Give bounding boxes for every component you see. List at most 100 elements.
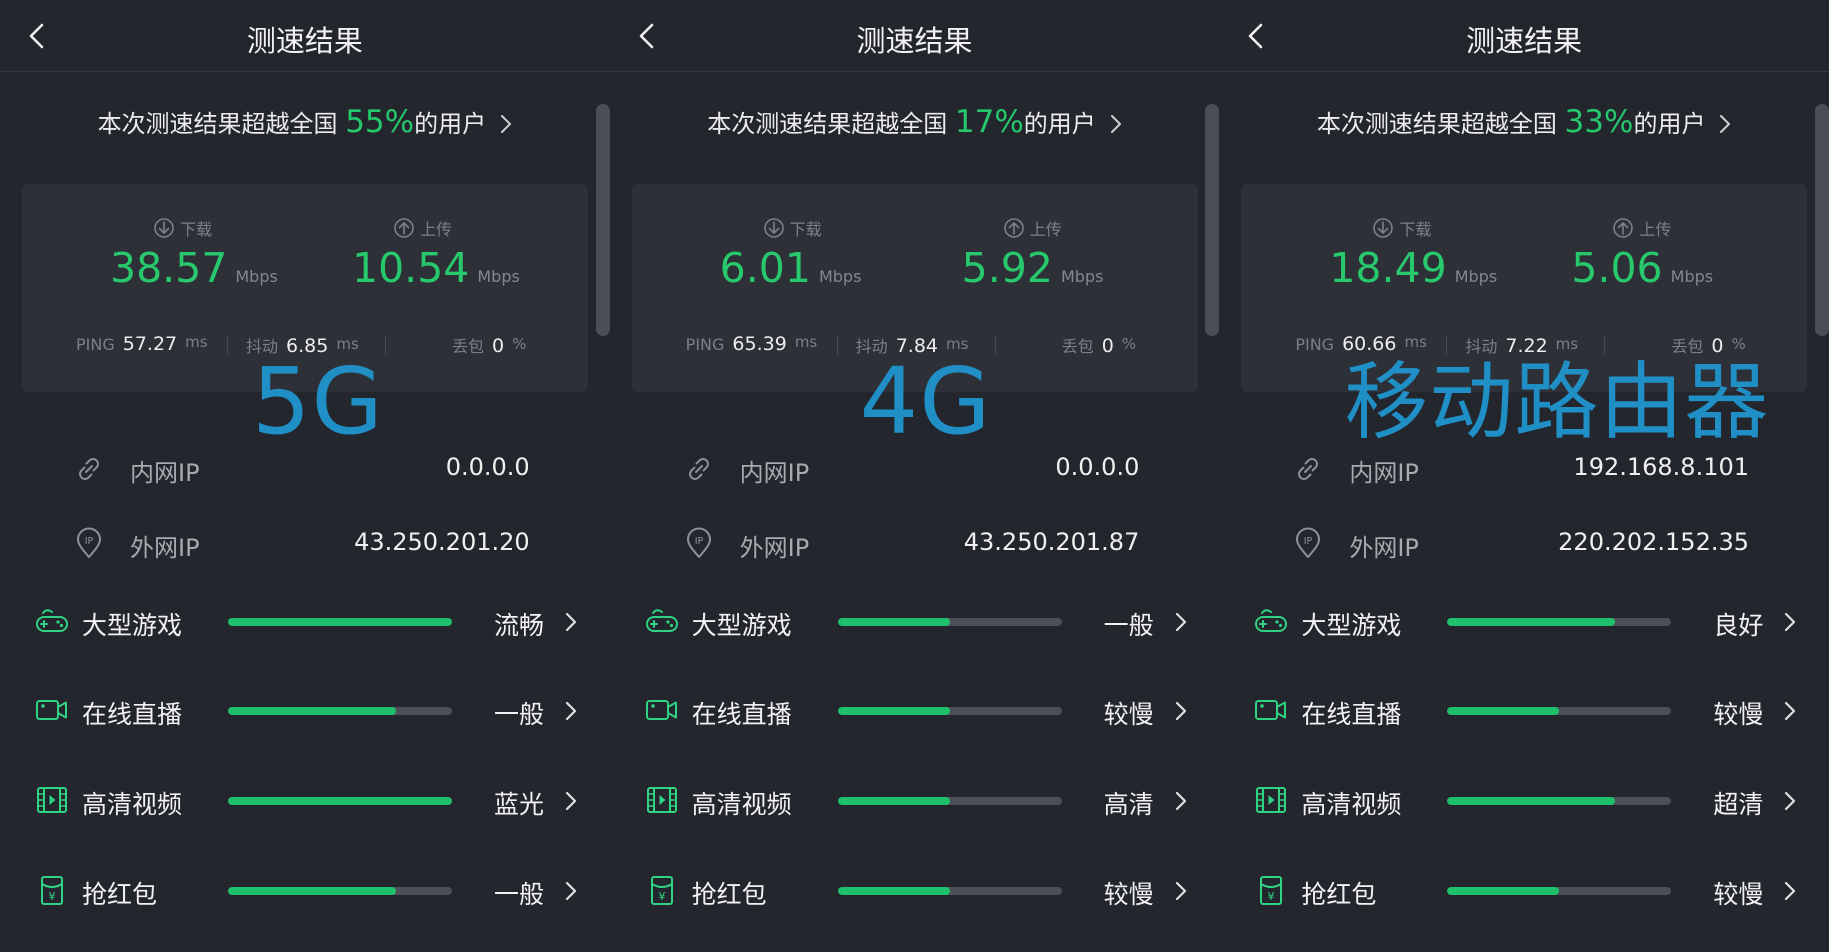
quality-bar — [837, 887, 1062, 895]
ping-label: PING — [76, 335, 115, 354]
quality-label: 抢红包 — [1301, 880, 1377, 909]
quality-bar-fill — [228, 618, 452, 626]
chevron-right-icon — [1785, 612, 1796, 632]
chevron-right-icon — [1785, 881, 1796, 901]
red-packet-icon: ¥ — [1253, 873, 1289, 907]
download-value: 38.57 — [110, 244, 228, 292]
quality-status: 较慢 — [1103, 880, 1154, 909]
svg-text:¥: ¥ — [49, 890, 56, 903]
upload-unit: Mbps — [1670, 267, 1714, 286]
scrollbar[interactable] — [1205, 104, 1220, 336]
quality-row[interactable]: 高清视频 高清 — [610, 772, 1220, 828]
lan-ip-value: 0.0.0.0 — [1055, 453, 1140, 481]
location-pin-icon: IP — [686, 527, 711, 558]
quality-bar-fill — [1447, 797, 1616, 805]
lan-ip-value: 192.168.8.101 — [1573, 453, 1750, 481]
quality-bar-fill — [1447, 707, 1560, 715]
stat-divider — [385, 335, 386, 355]
upload-metric: 5.92 Mbps — [962, 244, 1104, 292]
quality-row[interactable]: 高清视频 超清 — [1219, 772, 1829, 828]
camera-icon — [644, 693, 680, 727]
upload-value: 10.54 — [352, 244, 470, 292]
scrollbar[interactable] — [1815, 104, 1829, 336]
quality-label: 大型游戏 — [691, 611, 792, 640]
quality-label: 抢红包 — [691, 880, 767, 909]
ping-value: 57.27 — [122, 333, 178, 355]
upload-label: 上传 — [1029, 220, 1062, 239]
loss-stat: 丢包 0 % — [452, 333, 526, 357]
chevron-right-icon — [565, 791, 577, 811]
wan-ip-row: IP 外网IP 220.202.152.35 — [1219, 521, 1829, 565]
download-metric: 18.49 Mbps — [1329, 244, 1497, 292]
quality-label: 高清视频 — [1301, 790, 1402, 819]
upload-header: 上传 — [1003, 216, 1062, 240]
rank-summary-link[interactable]: 本次测速结果超越全国 55%的用户 — [0, 104, 610, 140]
quality-bar-fill — [228, 707, 396, 715]
ping-label: PING — [685, 335, 725, 354]
jitter-unit: ms — [336, 335, 359, 353]
network-stats: PING 60.66 ms 抖动 7.22 ms 丢包 0 % — [1219, 333, 1829, 359]
quality-row[interactable]: 在线直播 较慢 — [610, 682, 1220, 738]
quality-bar — [228, 887, 452, 895]
quality-row[interactable]: 大型游戏 良好 — [1219, 593, 1829, 649]
wan-ip-value: 220.202.152.35 — [1558, 528, 1750, 556]
upload-metric: 10.54 Mbps — [352, 244, 520, 292]
quality-bar-fill — [228, 887, 396, 895]
chevron-right-icon — [1785, 791, 1796, 811]
top-bar: 测速结果 — [1219, 0, 1829, 72]
quality-row[interactable]: 高清视频 蓝光 — [0, 772, 610, 828]
quality-status: 一般 — [494, 700, 545, 729]
quality-row[interactable]: ¥ 抢红包 较慢 — [610, 862, 1220, 918]
chevron-left-icon — [639, 23, 653, 49]
download-icon — [763, 218, 784, 238]
chevron-right-icon — [1719, 112, 1731, 140]
ping-value: 65.39 — [732, 333, 787, 355]
speed-card: 下载 上传 38.57 Mbps 10.54 Mbps — [22, 184, 588, 392]
upload-unit: Mbps — [1060, 267, 1104, 286]
rank-percent: 55% — [345, 104, 415, 140]
back-button[interactable] — [626, 16, 666, 56]
quality-row[interactable]: ¥ 抢红包 较慢 — [1219, 862, 1829, 918]
scrollbar[interactable] — [595, 104, 610, 336]
speedtest-panel-mobile-router: 测速结果 本次测速结果超越全国 33%的用户 下载 上传 18.49 Mbps … — [1219, 0, 1829, 952]
camera-icon — [34, 693, 70, 727]
quality-row[interactable]: 大型游戏 流畅 — [0, 593, 610, 649]
quality-row[interactable]: 大型游戏 一般 — [610, 593, 1220, 649]
red-packet-icon: ¥ — [34, 873, 70, 907]
jitter-stat: 抖动 6.85 ms — [246, 333, 359, 357]
ping-stat: PING 65.39 ms — [686, 333, 818, 355]
speedtest-panel-5g: 测速结果 本次测速结果超越全国 55%的用户 下载 上传 38.57 Mbps … — [0, 0, 610, 952]
download-unit: Mbps — [1454, 267, 1498, 286]
quality-bar — [228, 797, 452, 805]
download-value: 18.49 — [1329, 244, 1447, 292]
back-button[interactable] — [16, 16, 56, 56]
quality-status: 一般 — [1103, 611, 1154, 640]
network-stats: PING 65.39 ms 抖动 7.84 ms 丢包 0 % — [610, 333, 1220, 359]
rank-percent: 33% — [1564, 104, 1634, 140]
quality-bar-fill — [837, 707, 950, 715]
quality-row[interactable]: 在线直播 一般 — [0, 682, 610, 738]
wan-ip-value: 43.250.201.87 — [963, 528, 1140, 556]
quality-status: 高清 — [1103, 790, 1154, 819]
jitter-stat: 抖动 7.22 ms — [1465, 333, 1578, 357]
svg-text:¥: ¥ — [1268, 890, 1275, 903]
network-stats: PING 57.27 ms 抖动 6.85 ms 丢包 0 % — [0, 333, 610, 359]
chevron-left-icon — [1249, 23, 1263, 49]
download-header: 下载 — [153, 216, 212, 240]
quality-row[interactable]: 在线直播 较慢 — [1219, 682, 1829, 738]
download-header: 下载 — [763, 216, 822, 240]
quality-label: 在线直播 — [1301, 700, 1402, 729]
rank-summary-link[interactable]: 本次测速结果超越全国 17%的用户 — [610, 104, 1220, 140]
film-icon — [34, 783, 70, 817]
gamepad-icon — [644, 604, 680, 638]
upload-header: 上传 — [1612, 216, 1671, 240]
upload-label: 上传 — [1639, 220, 1672, 239]
quality-bar — [228, 618, 452, 626]
chevron-right-icon — [1175, 881, 1186, 901]
quality-row[interactable]: ¥ 抢红包 一般 — [0, 862, 610, 918]
speed-card: 下载 上传 6.01 Mbps 5.92 Mbps — [631, 184, 1198, 392]
ping-unit: ms — [794, 333, 818, 351]
back-button[interactable] — [1235, 16, 1275, 56]
rank-summary-link[interactable]: 本次测速结果超越全国 33%的用户 — [1219, 104, 1829, 140]
page-title: 测速结果 — [246, 24, 363, 58]
